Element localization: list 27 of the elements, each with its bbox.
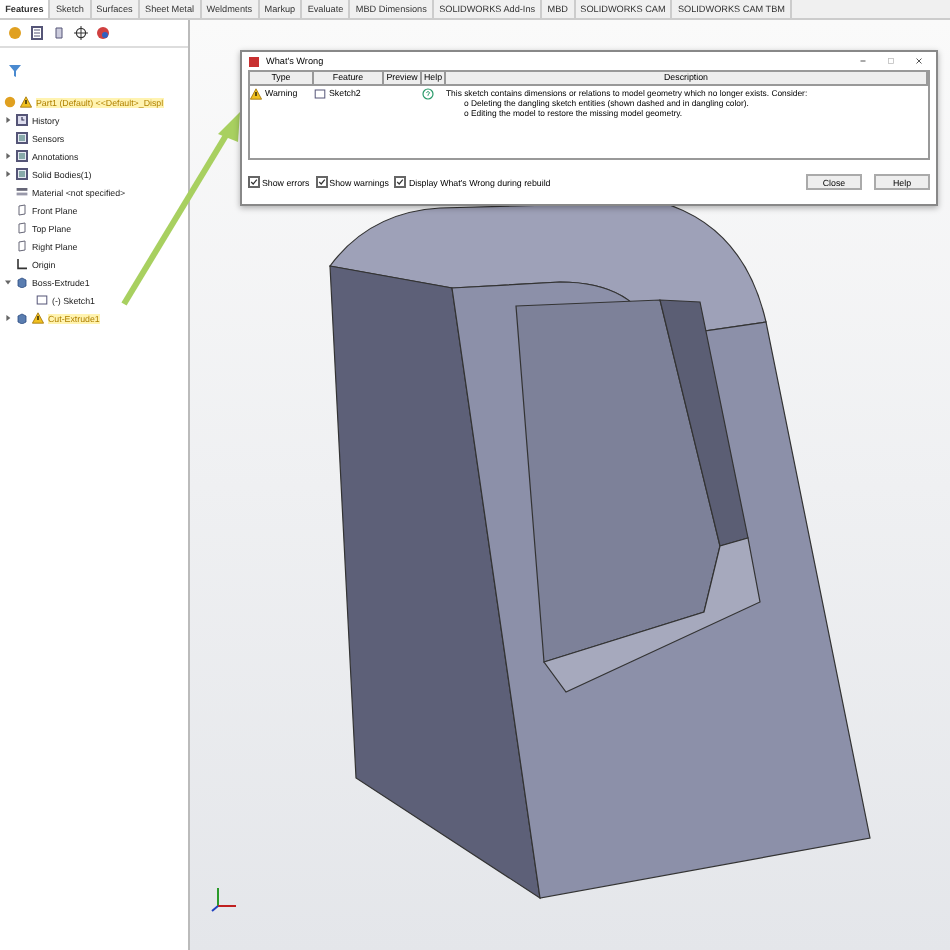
sketch-icon <box>36 294 48 307</box>
warning-icon <box>20 96 32 109</box>
expander-icon[interactable] <box>4 152 12 161</box>
material-icon <box>16 186 28 199</box>
close-icon[interactable] <box>914 56 924 66</box>
configuration-icon[interactable] <box>52 26 66 40</box>
filter-icon[interactable] <box>8 64 22 78</box>
expander-icon[interactable] <box>4 314 12 323</box>
axis-triad-icon <box>210 884 238 912</box>
extrude-icon <box>16 276 28 289</box>
appearance-icon[interactable] <box>96 26 110 40</box>
expander-icon[interactable] <box>4 116 12 125</box>
crosshair-icon[interactable] <box>74 26 88 40</box>
origin-icon <box>16 258 28 271</box>
history-icon <box>16 114 28 127</box>
app-icon <box>248 55 260 67</box>
sketch-icon <box>314 87 326 99</box>
checkbox[interactable] <box>315 176 328 188</box>
warning-icon <box>250 87 262 99</box>
property-icon[interactable] <box>30 26 44 40</box>
checkbox[interactable] <box>394 176 407 188</box>
part-icon <box>4 96 16 109</box>
extrude-icon <box>16 312 28 325</box>
help-icon[interactable] <box>422 87 434 99</box>
warning-icon <box>32 312 44 325</box>
checkbox[interactable] <box>248 176 260 188</box>
expander-icon[interactable] <box>4 170 12 179</box>
